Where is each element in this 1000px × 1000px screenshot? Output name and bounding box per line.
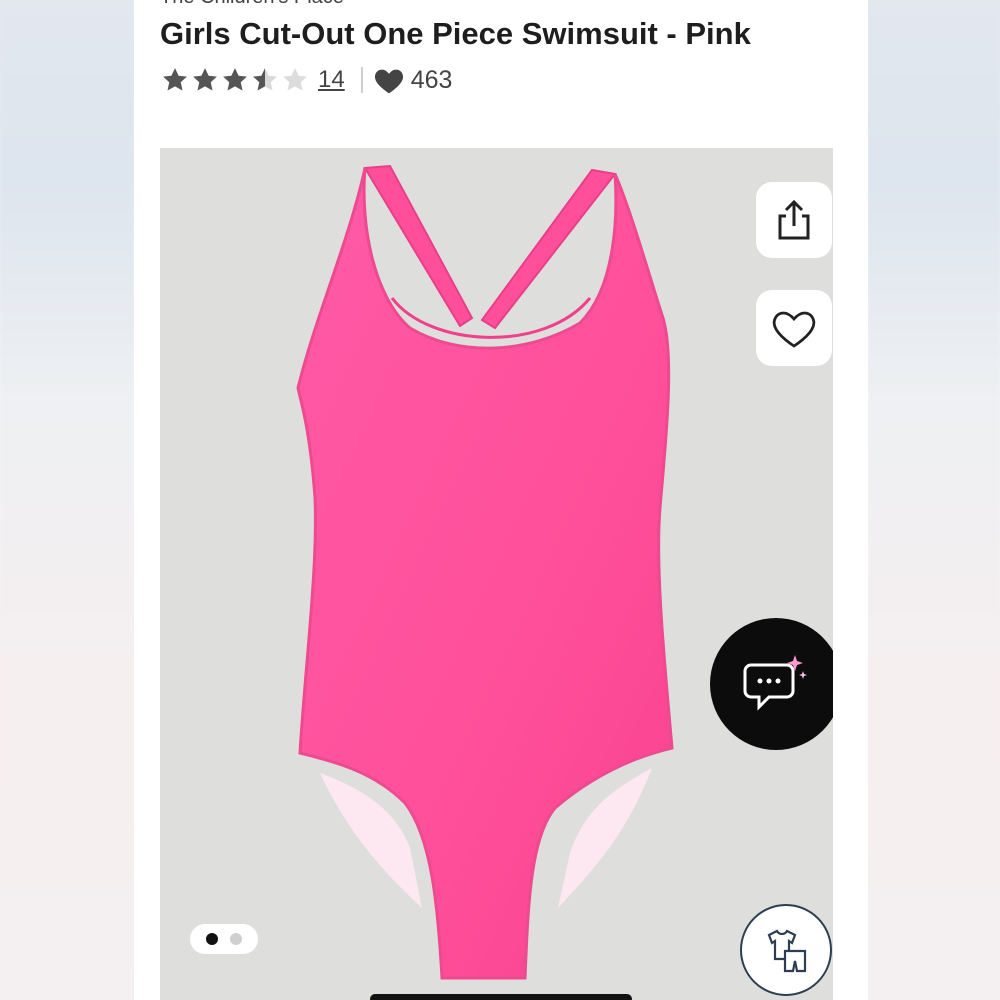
star-full-icon: [193, 68, 217, 91]
product-image[interactable]: [160, 148, 833, 1000]
share-button[interactable]: [756, 182, 832, 258]
heart-outline-icon: [772, 311, 816, 348]
pager-dot-1[interactable]: [206, 933, 218, 945]
background-blur-left: [0, 0, 134, 1000]
pager-dot-2[interactable]: [230, 933, 242, 945]
swimsuit-image: [296, 164, 674, 980]
rating-row: 14 463: [160, 62, 452, 98]
chat-sparkle-icon: [743, 655, 807, 711]
share-icon: [778, 199, 810, 240]
star-half-icon: [253, 68, 277, 91]
star-full-icon: [163, 68, 187, 91]
background-blur-right: [868, 0, 1000, 1000]
image-pager: [190, 924, 258, 954]
review-count-link[interactable]: 14: [318, 66, 345, 94]
star-full-icon: [223, 68, 247, 91]
star-empty-icon: [283, 68, 307, 91]
divider: [360, 67, 363, 93]
product-panel: The Children's Place Girls Cut-Out One P…: [134, 0, 868, 1000]
favorite-button[interactable]: [756, 290, 832, 366]
chat-assistant-button[interactable]: [710, 618, 833, 750]
brand-name[interactable]: The Children's Place: [160, 0, 344, 9]
outfit-button[interactable]: [740, 904, 832, 996]
likes-count: 463: [410, 65, 453, 94]
star-rating[interactable]: 14: [160, 65, 345, 95]
product-title: Girls Cut-Out One Piece Swimsuit - Pink: [160, 16, 751, 51]
likes-counter[interactable]: 463: [373, 65, 453, 95]
heart-filled-icon: [374, 69, 403, 94]
outfit-icon: [767, 929, 807, 973]
home-indicator: [370, 994, 632, 1000]
